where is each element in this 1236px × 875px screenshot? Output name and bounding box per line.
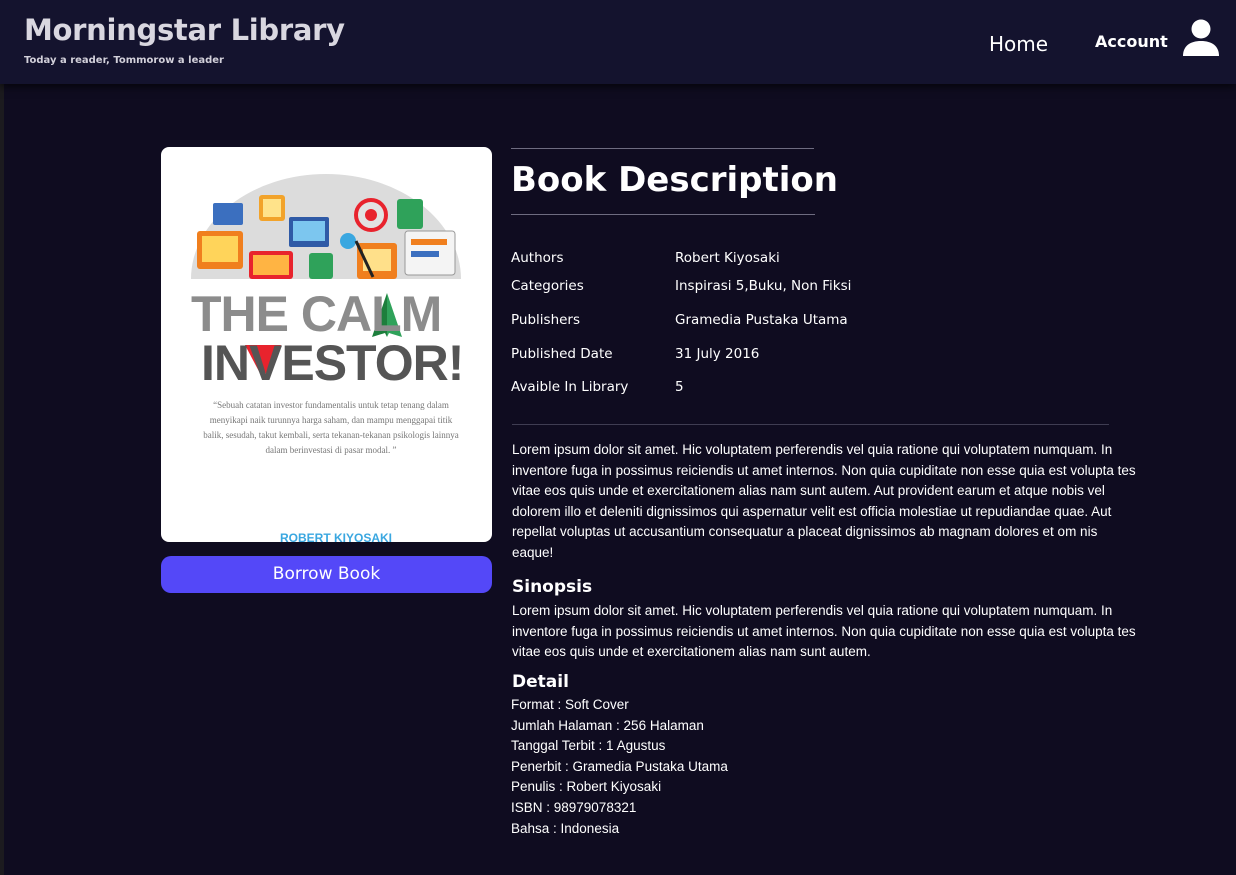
- detail-publish-date: Tanggal Terbit : 1 Agustus: [511, 738, 666, 754]
- window-edge: [0, 0, 4, 875]
- detail-list: Format : Soft Cover Jumlah Halaman : 256…: [511, 695, 728, 839]
- site-tagline: Today a reader, Tommorow a leader: [24, 55, 224, 66]
- meta-value-published-date: 31 July 2016: [675, 346, 760, 362]
- site-title[interactable]: Morningstar Library: [24, 13, 345, 47]
- cover-quote: “Sebuah catatan investor fundamentalis u…: [203, 400, 459, 455]
- nav-home-link[interactable]: Home: [989, 32, 1048, 56]
- detail-publisher: Penerbit : Gramedia Pustaka Utama: [511, 758, 728, 774]
- cover-author: ROBERT KIYOSAKI: [279, 531, 392, 542]
- meta-label-authors: Authors: [511, 250, 564, 266]
- detail-author: Penulis : Robert Kiyosaki: [511, 779, 662, 795]
- meta-divider: [512, 424, 1109, 425]
- detail-isbn: ISBN : 98979078321: [511, 799, 637, 815]
- synopsis-text: Lorem ipsum dolor sit amet. Hic voluptat…: [512, 603, 1136, 660]
- meta-value-categories: Inspirasi 5,Buku, Non Fiksi: [675, 278, 852, 294]
- title-rule-bottom: [511, 214, 815, 215]
- book-description-text: Lorem ipsum dolor sit amet. Hic voluptat…: [512, 442, 1136, 560]
- meta-label-published-date: Published Date: [511, 346, 613, 362]
- meta-label-available: Avaible In Library: [511, 379, 629, 395]
- book-description-title: Book Description: [511, 160, 838, 200]
- site-header: Morningstar Library Today a reader, Tomm…: [0, 0, 1236, 84]
- cover-title-line2: INVESTOR!: [201, 335, 464, 391]
- user-icon[interactable]: [1181, 19, 1221, 57]
- synopsis-heading: Sinopsis: [512, 577, 593, 597]
- meta-value-available: 5: [675, 379, 684, 395]
- meta-label-publishers: Publishers: [511, 312, 581, 328]
- detail-format: Format : Soft Cover: [511, 697, 629, 712]
- detail-language: Bahsa : Indonesia: [511, 820, 620, 836]
- book-detail-page: Morningstar Library Today a reader, Tomm…: [0, 0, 1236, 875]
- meta-value-publishers: Gramedia Pustaka Utama: [675, 312, 848, 328]
- detail-heading: Detail: [512, 672, 569, 692]
- meta-value-authors: Robert Kiyosaki: [675, 250, 780, 266]
- meta-label-categories: Categories: [511, 278, 584, 294]
- book-cover: THE CALM INVESTOR! “Sebuah catatan inves…: [161, 147, 492, 542]
- borrow-book-button[interactable]: Borrow Book: [161, 556, 492, 593]
- nav-account-link[interactable]: Account: [1095, 32, 1168, 51]
- detail-page-count: Jumlah Halaman : 256 Halaman: [511, 717, 704, 733]
- title-rule-top: [511, 148, 814, 149]
